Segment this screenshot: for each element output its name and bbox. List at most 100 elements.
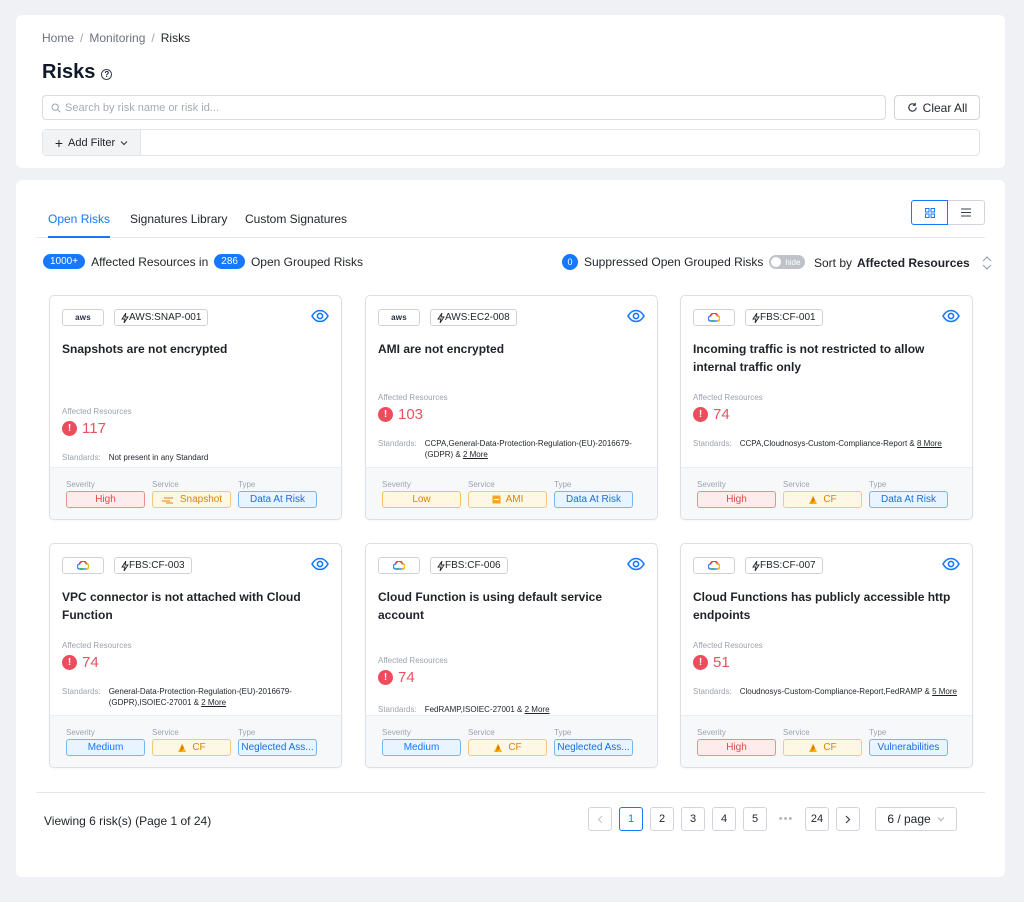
page-5-button[interactable]: 5 — [743, 807, 767, 831]
type-tag: Data At Risk — [238, 491, 317, 508]
severity-tag: Low — [382, 491, 461, 508]
alert-icon: ! — [693, 407, 708, 422]
lightning-icon — [437, 312, 445, 323]
service-tag: CF — [783, 739, 862, 756]
gcp-logo-icon — [708, 313, 720, 322]
viewing-status: Viewing 6 risk(s) (Page 1 of 24) — [44, 814, 212, 828]
risk-title[interactable]: Cloud Function is using default service … — [378, 588, 643, 624]
risk-card[interactable]: aws AWS:EC2-008 AMI are not encrypted Af… — [365, 295, 658, 520]
severity-col: Severity Medium — [382, 728, 461, 756]
risk-card[interactable]: aws AWS:SNAP-001 Snapshots are not encry… — [49, 295, 342, 520]
standards: Standards: General-Data-Protection-Regul… — [62, 687, 292, 707]
page-title: Risks ? — [42, 61, 113, 84]
risk-summary: 1000+ Affected Resources in 286 Open Gro… — [43, 254, 363, 269]
standards: Standards: FedRAMP,ISOIEC-27001 & 2 More — [378, 705, 550, 714]
search-input[interactable] — [65, 101, 845, 114]
help-icon[interactable]: ? — [101, 68, 113, 80]
more-standards-link[interactable]: 8 More — [917, 439, 942, 448]
signature-badge: FBS:CF-006 — [430, 557, 508, 574]
affected-resources-count: ! 74 — [378, 669, 415, 686]
card-footer: Severity High Service CF Type Data At Ri… — [681, 467, 972, 519]
type-col: Type Vulnerabilities — [869, 728, 948, 756]
severity-col: Severity High — [697, 480, 776, 508]
page-3-button[interactable]: 3 — [681, 807, 705, 831]
type-tag: Neglected Ass... — [238, 739, 317, 756]
aws-logo-icon: aws — [378, 309, 420, 326]
risk-card[interactable]: FBS:CF-003 VPC connector is not attached… — [49, 543, 342, 768]
more-standards-link[interactable]: 5 More — [932, 687, 957, 696]
service-col: Service CF — [468, 728, 547, 756]
eye-icon[interactable] — [627, 557, 645, 574]
standards: Standards: CCPA,General-Data-Protection-… — [378, 439, 632, 459]
eye-icon[interactable] — [627, 309, 645, 326]
ami-icon — [492, 495, 501, 504]
more-standards-link[interactable]: 2 More — [201, 698, 226, 707]
risk-card[interactable]: FBS:CF-001 Incoming traffic is not restr… — [680, 295, 973, 520]
chevron-down-icon — [937, 817, 945, 822]
eye-icon[interactable] — [311, 309, 329, 326]
prev-page-button[interactable] — [588, 807, 612, 831]
lightning-icon — [752, 312, 760, 323]
eye-icon[interactable] — [942, 557, 960, 574]
type-col: Type Neglected Ass... — [554, 728, 633, 756]
service-tag: CF — [468, 739, 547, 756]
risk-title[interactable]: Cloud Functions has publicly accessible … — [693, 588, 958, 624]
risk-title[interactable]: Snapshots are not encrypted — [62, 340, 327, 358]
standards: Standards: Not present in any Standard — [62, 453, 209, 462]
signature-badge: FBS:CF-007 — [745, 557, 823, 574]
affected-resources-count: ! 74 — [693, 406, 730, 423]
list-icon — [961, 208, 971, 217]
service-tag: CF — [152, 739, 231, 756]
eye-icon[interactable] — [311, 557, 329, 574]
alert-icon: ! — [378, 670, 393, 685]
risk-title[interactable]: VPC connector is not attached with Cloud… — [62, 588, 327, 624]
cloud-function-icon — [178, 743, 187, 752]
tab-bar: Open Risks Signatures Library Custom Sig… — [36, 200, 985, 238]
risk-title[interactable]: AMI are not encrypted — [378, 340, 643, 358]
chevron-left-icon — [597, 815, 603, 823]
severity-tag: High — [697, 491, 776, 508]
suppressed-summary: 0 Suppressed Open Grouped Risks hide — [562, 254, 806, 270]
gcp-logo-icon — [77, 561, 89, 570]
list-view-button[interactable] — [948, 200, 985, 225]
page-size-select[interactable]: 6 / page — [875, 807, 957, 831]
breadcrumb-monitoring[interactable]: Monitoring — [89, 31, 145, 45]
severity-tag: Medium — [66, 739, 145, 756]
risk-card[interactable]: FBS:CF-006 Cloud Function is using defau… — [365, 543, 658, 768]
type-col: Type Neglected Ass... — [238, 728, 317, 756]
card-header: FBS:CF-003 — [62, 557, 329, 574]
chevron-down-icon — [120, 140, 128, 145]
more-standards-link[interactable]: 2 More — [463, 450, 488, 459]
add-filter-button[interactable]: + Add Filter — [43, 130, 141, 155]
more-standards-link[interactable]: 2 More — [525, 705, 550, 714]
suppressed-count-badge: 0 — [562, 254, 578, 270]
tab-open-risks[interactable]: Open Risks — [48, 212, 111, 238]
page-1-button[interactable]: 1 — [619, 807, 643, 831]
grid-view-button[interactable] — [911, 200, 948, 225]
page-2-button[interactable]: 2 — [650, 807, 674, 831]
refresh-icon — [907, 102, 917, 112]
risk-title[interactable]: Incoming traffic is not restricted to al… — [693, 340, 958, 376]
page-4-button[interactable]: 4 — [712, 807, 736, 831]
tab-signatures-library[interactable]: Signatures Library — [130, 212, 227, 236]
eye-icon[interactable] — [942, 309, 960, 326]
header-panel: Home/Monitoring/Risks Risks ? Clear All … — [16, 15, 1005, 168]
affected-resources-label: Affected Resources — [62, 407, 132, 416]
gcp-logo-icon — [378, 557, 420, 574]
risk-card[interactable]: FBS:CF-007 Cloud Functions has publicly … — [680, 543, 973, 768]
card-header: aws AWS:EC2-008 — [378, 309, 645, 326]
page-24-button[interactable]: 24 — [805, 807, 829, 831]
suppressed-toggle[interactable]: hide — [769, 255, 806, 269]
more-pages-icon[interactable]: ••• — [774, 807, 798, 831]
severity-col: Severity Low — [382, 480, 461, 508]
snapshot-icon — [161, 496, 173, 504]
breadcrumb-home[interactable]: Home — [42, 31, 74, 45]
tab-custom-signatures[interactable]: Custom Signatures — [245, 212, 347, 236]
clear-all-button[interactable]: Clear All — [894, 95, 980, 120]
card-footer: Severity Medium Service CF Type Neglecte… — [366, 715, 657, 767]
sort-control[interactable]: Sort by Affected Resources — [814, 254, 993, 272]
affected-resources-count: ! 117 — [62, 420, 106, 437]
type-tag: Vulnerabilities — [869, 739, 948, 756]
card-header: FBS:CF-006 — [378, 557, 645, 574]
next-page-button[interactable] — [836, 807, 860, 831]
